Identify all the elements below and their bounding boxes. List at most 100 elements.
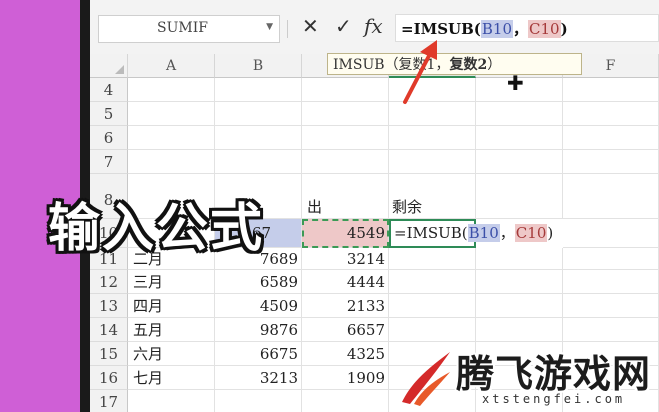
formula-bar: SUMIF ▼ ✕ ✓ fx =IMSUB(B10，C10) bbox=[90, 0, 659, 54]
column-header-a[interactable]: A bbox=[128, 54, 215, 78]
grid-cell[interactable] bbox=[476, 270, 563, 294]
confirm-icon[interactable]: ✓ bbox=[335, 14, 352, 38]
grid-cell[interactable] bbox=[128, 126, 215, 150]
cell-formula-separator: ， bbox=[499, 224, 515, 242]
grid-cell[interactable] bbox=[476, 294, 563, 318]
grid-cell[interactable] bbox=[389, 248, 476, 270]
cell-formula-suffix: ) bbox=[547, 224, 554, 242]
grid-cell[interactable] bbox=[476, 102, 563, 126]
expense-cell[interactable]: 6657 bbox=[302, 318, 389, 342]
grid-cell[interactable] bbox=[389, 294, 476, 318]
row-header[interactable]: 13 bbox=[90, 294, 128, 318]
cell-formula-ref-2: C10 bbox=[514, 224, 548, 242]
select-all-corner[interactable] bbox=[90, 54, 128, 78]
grid-cell[interactable] bbox=[563, 126, 659, 150]
grid-cell[interactable] bbox=[128, 78, 215, 102]
watermark-title: 腾飞游戏网 bbox=[456, 352, 652, 396]
month-cell[interactable]: 五月 bbox=[128, 318, 215, 342]
formula-suffix: ) bbox=[560, 20, 568, 38]
grid-cell[interactable] bbox=[128, 150, 215, 174]
watermark: 腾飞游戏网 xtstengfei.com bbox=[390, 340, 659, 412]
grid-cell[interactable] bbox=[563, 174, 659, 219]
income-cell[interactable]: 9876 bbox=[215, 318, 302, 342]
expense-cell[interactable]: 4325 bbox=[302, 342, 389, 366]
grid-cell[interactable] bbox=[476, 174, 563, 219]
formula-ref-1: B10 bbox=[480, 20, 514, 38]
grid-cell[interactable] bbox=[476, 318, 563, 342]
row-header[interactable]: 15 bbox=[90, 342, 128, 366]
function-tooltip: IMSUB（复数1，复数2） bbox=[327, 53, 582, 75]
expense-cell[interactable]: 3214 bbox=[302, 248, 389, 270]
income-cell[interactable]: 6675 bbox=[215, 342, 302, 366]
expense-cell[interactable]: 2133 bbox=[302, 294, 389, 318]
income-cell[interactable]: 6589 bbox=[215, 270, 302, 294]
cancel-icon[interactable]: ✕ bbox=[302, 14, 319, 38]
header-cell-out[interactable]: 出 bbox=[302, 174, 389, 219]
row-header[interactable]: 6 bbox=[90, 126, 128, 150]
grid-cell[interactable] bbox=[389, 126, 476, 150]
grid-cell[interactable] bbox=[563, 150, 659, 174]
row-header[interactable]: 14 bbox=[90, 318, 128, 342]
grid-cell[interactable] bbox=[215, 78, 302, 102]
expense-cell[interactable]: 4444 bbox=[302, 270, 389, 294]
grid-cell[interactable] bbox=[302, 78, 389, 102]
app-window: SUMIF ▼ ✕ ✓ fx =IMSUB(B10，C10) A B C D E… bbox=[0, 0, 659, 412]
grid-cell[interactable] bbox=[215, 150, 302, 174]
row-header[interactable]: 7 bbox=[90, 150, 128, 174]
grid-cell[interactable] bbox=[389, 270, 476, 294]
grid-cell[interactable] bbox=[215, 390, 302, 412]
grid-cell[interactable] bbox=[563, 102, 659, 126]
row-header[interactable]: 17 bbox=[90, 390, 128, 412]
grid-cell[interactable] bbox=[476, 248, 563, 270]
tooltip-close: ） bbox=[487, 57, 502, 73]
formula-ref-2: C10 bbox=[528, 20, 561, 38]
watermark-url: xtstengfei.com bbox=[482, 392, 626, 406]
cell-formula-ref-1: B10 bbox=[467, 224, 500, 242]
tooltip-arg-2: 复数2 bbox=[449, 57, 488, 73]
annotation-arrow bbox=[403, 40, 437, 104]
grid-cell[interactable] bbox=[302, 390, 389, 412]
income-cell[interactable]: 4509 bbox=[215, 294, 302, 318]
grid-cell[interactable] bbox=[476, 150, 563, 174]
grid-cell[interactable] bbox=[476, 126, 563, 150]
grid-cell[interactable] bbox=[389, 318, 476, 342]
fx-icon[interactable]: fx bbox=[364, 14, 383, 38]
grid-cell[interactable] bbox=[302, 150, 389, 174]
crosshair-cursor-icon: ✚ bbox=[507, 71, 524, 95]
grid-cell[interactable] bbox=[389, 150, 476, 174]
name-box-value: SUMIF bbox=[157, 20, 208, 36]
tooltip-function: IMSUB bbox=[333, 57, 385, 73]
grid-cell[interactable] bbox=[563, 78, 659, 102]
month-cell[interactable]: 三月 bbox=[128, 270, 215, 294]
month-cell[interactable]: 七月 bbox=[128, 366, 215, 390]
flame-logo-icon bbox=[402, 352, 450, 406]
grid-cell[interactable] bbox=[563, 248, 659, 270]
grid-cell[interactable] bbox=[128, 102, 215, 126]
row-header[interactable]: 5 bbox=[90, 102, 128, 126]
grid-cell[interactable] bbox=[302, 126, 389, 150]
grid-cell[interactable] bbox=[128, 390, 215, 412]
grid-cell[interactable] bbox=[563, 219, 659, 248]
expense-cell[interactable]: 1909 bbox=[302, 366, 389, 390]
name-box[interactable]: SUMIF ▼ bbox=[98, 15, 280, 43]
header-cell-remaining[interactable]: 剩余 bbox=[389, 174, 476, 219]
month-cell[interactable]: 六月 bbox=[128, 342, 215, 366]
grid-cell[interactable] bbox=[563, 294, 659, 318]
income-cell[interactable]: 3213 bbox=[215, 366, 302, 390]
grid-cell[interactable] bbox=[302, 102, 389, 126]
grid-cell[interactable] bbox=[215, 102, 302, 126]
video-caption: 输入公式 bbox=[48, 199, 265, 259]
column-header-b[interactable]: B bbox=[215, 54, 302, 78]
row-header[interactable]: 16 bbox=[90, 366, 128, 390]
active-cell-d10[interactable]: =IMSUB(B10，C10) bbox=[389, 219, 553, 248]
cell-c10[interactable]: 4549 bbox=[302, 219, 389, 248]
month-cell[interactable]: 四月 bbox=[128, 294, 215, 318]
divider bbox=[287, 20, 288, 38]
chevron-down-icon[interactable]: ▼ bbox=[266, 22, 273, 32]
grid-cell[interactable] bbox=[215, 126, 302, 150]
formula-prefix: =IMSUB( bbox=[401, 20, 481, 38]
grid-cell[interactable] bbox=[563, 270, 659, 294]
row-header[interactable]: 12 bbox=[90, 270, 128, 294]
grid-cell[interactable] bbox=[563, 318, 659, 342]
row-header[interactable]: 4 bbox=[90, 78, 128, 102]
